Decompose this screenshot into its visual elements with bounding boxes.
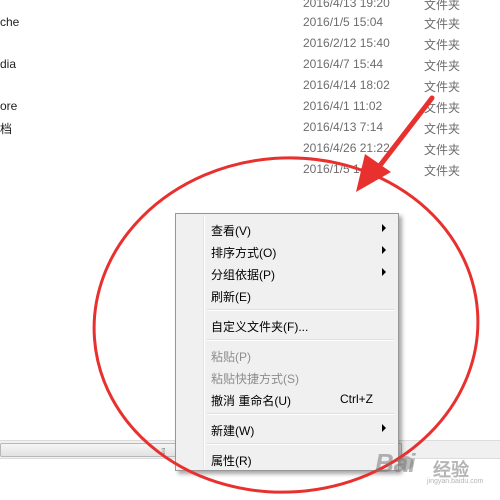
menu-item-new[interactable]: 新建(W) (179, 417, 395, 439)
file-date: 2016/1/5 14:05 (303, 162, 384, 176)
menu-separator (207, 413, 394, 415)
menu-separator (207, 443, 394, 445)
file-name: dia (0, 57, 17, 71)
file-row[interactable]: 2016/1/5 14:05 文件夹 (0, 158, 500, 179)
menu-item-sort[interactable]: 排序方式(O) (179, 239, 395, 261)
submenu-arrow-icon (382, 246, 386, 254)
file-date: 2016/4/13 19:20 (303, 0, 390, 10)
file-name: 档 (0, 122, 13, 136)
file-date: 2016/4/14 18:02 (303, 78, 390, 92)
menu-separator (207, 339, 394, 341)
menu-item-label: 粘贴快捷方式(S) (211, 372, 299, 386)
menu-item-group[interactable]: 分组依据(P) (179, 261, 395, 283)
watermark-url: jingyan.baidu.com (427, 478, 484, 485)
context-menu: 查看(V) 排序方式(O) 分组依据(P) 刷新(E) 自定义文件夹(F)...… (175, 213, 399, 471)
menu-item-label: 粘贴(P) (211, 350, 251, 364)
file-type: 文件夹 (424, 38, 461, 52)
menu-item-label: 查看(V) (211, 224, 251, 238)
file-date: 2016/4/13 7:14 (303, 120, 384, 134)
file-name: ore (0, 99, 18, 113)
submenu-arrow-icon (382, 224, 386, 232)
menu-item-label: 撤消 重命名(U) (211, 394, 291, 408)
paw-icon (399, 456, 413, 470)
file-name: che (0, 15, 20, 29)
file-row[interactable]: ore 2016/4/1 11:02 文件夹 (0, 95, 500, 116)
menu-item-customize-folder[interactable]: 自定义文件夹(F)... (179, 313, 395, 335)
file-type: 文件夹 (424, 17, 461, 31)
file-row[interactable]: 档 2016/4/13 7:14 文件夹 (0, 116, 500, 137)
menu-item-view[interactable]: 查看(V) (179, 217, 395, 239)
watermark: Bai 经验 jingyan.baidu.com (375, 448, 497, 488)
file-type: 文件夹 (424, 143, 461, 157)
file-row[interactable]: 2016/4/14 18:02 文件夹 (0, 74, 500, 95)
menu-item-label: 刷新(E) (211, 290, 251, 304)
file-date: 2016/1/5 15:04 (303, 15, 384, 29)
menu-separator (207, 309, 394, 311)
file-type: 文件夹 (424, 122, 461, 136)
file-date: 2016/4/1 11:02 (303, 99, 383, 113)
menu-item-label: 分组依据(P) (211, 268, 275, 282)
file-type: 文件夹 (424, 164, 461, 178)
submenu-arrow-icon (382, 424, 386, 432)
file-date: 2016/4/26 21:22 (303, 141, 390, 155)
file-type: 文件夹 (424, 101, 461, 115)
menu-item-refresh[interactable]: 刷新(E) (179, 283, 395, 305)
file-row[interactable]: dia 2016/4/7 15:44 文件夹 (0, 53, 500, 74)
file-date: 2016/4/7 15:44 (303, 57, 384, 71)
file-date: 2016/2/12 15:40 (303, 36, 390, 50)
scrollbar-grip-icon: ⁞⁞⁞ (161, 447, 166, 456)
menu-item-label: 属性(R) (211, 454, 252, 468)
submenu-arrow-icon (382, 268, 386, 276)
menu-item-label: 新建(W) (211, 424, 255, 438)
file-type: 文件夹 (424, 59, 461, 73)
file-type: 文件夹 (424, 80, 461, 94)
menu-item-paste[interactable]: 粘贴(P) (179, 343, 395, 365)
file-row[interactable]: 2016/2/12 15:40 文件夹 (0, 32, 500, 53)
menu-item-shortcut: Ctrl+Z (340, 392, 373, 406)
menu-item-label: 排序方式(O) (211, 246, 277, 260)
file-row[interactable]: 2016/4/26 21:22 文件夹 (0, 137, 500, 158)
menu-item-paste-shortcut[interactable]: 粘贴快捷方式(S) (179, 365, 395, 387)
menu-item-undo-rename[interactable]: 撤消 重命名(U) Ctrl+Z (179, 387, 395, 409)
file-row[interactable]: che 2016/1/5 15:04 文件夹 (0, 11, 500, 32)
menu-item-properties[interactable]: 属性(R) (179, 447, 395, 469)
menu-item-label: 自定义文件夹(F)... (211, 320, 309, 334)
